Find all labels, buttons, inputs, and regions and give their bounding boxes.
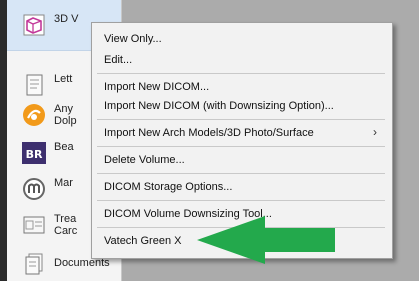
menu-item-vatech-green-x[interactable]: Vatech Green X	[104, 233, 181, 249]
menu-separator	[97, 73, 385, 74]
menu-item-import-dicom-downsizing[interactable]: Import New DICOM (with Downsizing Option…	[104, 98, 334, 114]
menu-item-edit[interactable]: Edit...	[104, 52, 132, 68]
menu-item-import-dicom[interactable]: Import New DICOM...	[104, 79, 209, 95]
treatment-card-icon	[21, 212, 47, 238]
documents-icon	[21, 251, 47, 277]
submenu-chevron-icon: ›	[373, 125, 377, 139]
sidebar-item-label: Lett	[54, 73, 73, 85]
sidebar-item-label: Any Dolp	[54, 103, 77, 127]
green-arrow-icon	[197, 216, 335, 264]
anydolph-icon	[21, 102, 47, 128]
menu-item-view-only[interactable]: View Only...	[104, 31, 162, 47]
menu-separator	[97, 200, 385, 201]
menu-separator	[97, 173, 385, 174]
sidebar-item-label: Mar	[54, 177, 73, 189]
menu-item-dicom-storage-options[interactable]: DICOM Storage Options...	[104, 179, 232, 195]
3d-cube-icon	[21, 12, 47, 38]
menu-separator	[97, 119, 385, 120]
svg-text:BR: BR	[26, 148, 43, 161]
sidebar-item-label: Trea Carc	[54, 213, 78, 237]
m-logo-icon	[21, 176, 47, 202]
menu-item-delete-volume[interactable]: Delete Volume...	[104, 152, 185, 168]
br-icon: BR	[21, 140, 47, 166]
menu-separator	[97, 146, 385, 147]
menu-item-import-arch-models[interactable]: Import New Arch Models/3D Photo/Surface	[104, 125, 314, 141]
sidebar-item-label: 3D V	[54, 13, 79, 25]
sidebar-item-label: Bea	[54, 141, 74, 153]
window-edge	[0, 0, 7, 281]
letter-icon	[21, 72, 47, 98]
